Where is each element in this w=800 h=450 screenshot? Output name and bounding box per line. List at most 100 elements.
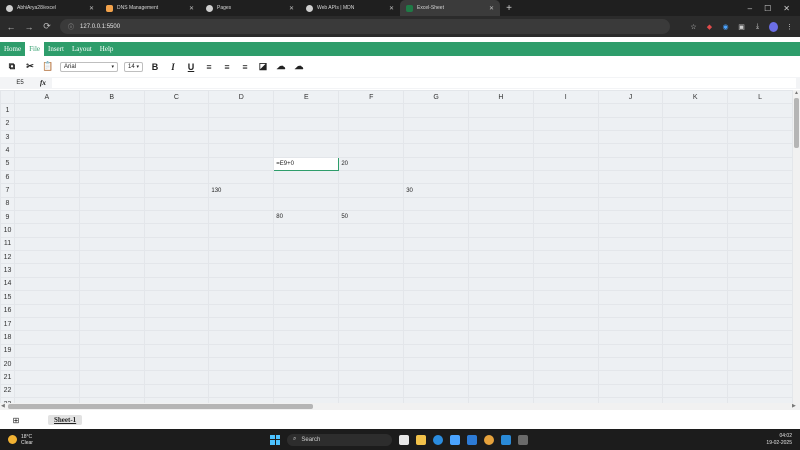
cell[interactable] [532, 383, 599, 398]
column-header[interactable]: L [727, 90, 793, 105]
cell[interactable] [532, 196, 599, 212]
cell[interactable] [338, 196, 405, 212]
close-icon[interactable]: ✕ [189, 5, 194, 12]
cell[interactable] [662, 330, 729, 345]
cell[interactable] [13, 210, 80, 225]
cell[interactable] [727, 290, 793, 305]
cell[interactable] [727, 196, 793, 212]
extension-icon[interactable]: ▣ [737, 22, 746, 31]
cell-reference[interactable]: E5 [0, 80, 40, 86]
cell[interactable] [13, 330, 80, 345]
cell[interactable] [208, 156, 275, 172]
column-header[interactable]: B [78, 90, 145, 105]
row-header[interactable]: 17 [0, 316, 15, 332]
reload-icon[interactable]: ⟳ [42, 21, 52, 32]
column-header[interactable]: F [338, 90, 405, 105]
cell[interactable] [662, 303, 729, 318]
row-header[interactable]: 14 [0, 276, 15, 292]
cell[interactable] [662, 263, 729, 278]
cell[interactable] [662, 290, 729, 305]
cell[interactable] [13, 276, 80, 292]
cell[interactable] [662, 143, 729, 158]
cell[interactable] [13, 343, 80, 358]
cell[interactable] [338, 250, 405, 265]
cell[interactable] [208, 116, 275, 132]
cell[interactable] [78, 170, 145, 185]
edge-icon[interactable] [433, 434, 443, 445]
cell[interactable] [597, 103, 664, 118]
cell[interactable] [338, 143, 405, 158]
cell[interactable] [143, 143, 210, 158]
cell[interactable] [662, 343, 729, 358]
cell[interactable] [532, 303, 599, 318]
cell[interactable]: 30 [403, 183, 470, 198]
forward-icon[interactable]: → [24, 22, 34, 32]
cell[interactable] [662, 130, 729, 145]
cell[interactable] [727, 143, 793, 158]
underline-button[interactable]: U [185, 61, 197, 73]
cell[interactable] [143, 250, 210, 265]
cell[interactable] [468, 343, 534, 358]
cell[interactable] [597, 210, 664, 225]
cell[interactable] [662, 250, 729, 265]
cell[interactable]: 80 [273, 210, 340, 225]
cell[interactable] [143, 330, 210, 345]
cell[interactable] [468, 303, 534, 318]
cell[interactable] [273, 356, 340, 372]
task-view-icon[interactable] [399, 434, 409, 445]
cell[interactable] [597, 130, 664, 145]
cell[interactable] [403, 330, 470, 345]
extension-icon[interactable]: ◆ [705, 22, 714, 31]
cell[interactable] [597, 316, 664, 332]
cell[interactable] [273, 196, 340, 212]
cell[interactable] [727, 170, 793, 185]
cell[interactable] [13, 236, 80, 252]
cell[interactable] [13, 250, 80, 265]
cell[interactable]: 20 [338, 156, 405, 172]
row-header[interactable]: 9 [0, 210, 15, 225]
cell[interactable] [78, 250, 145, 265]
cell[interactable] [727, 236, 793, 252]
cell[interactable] [273, 303, 340, 318]
cell[interactable] [13, 263, 80, 278]
cell[interactable] [143, 210, 210, 225]
cell[interactable] [403, 356, 470, 372]
cell[interactable] [13, 143, 80, 158]
cell[interactable] [338, 383, 405, 398]
cell[interactable] [273, 330, 340, 345]
back-icon[interactable]: ← [6, 22, 16, 32]
cell[interactable] [532, 250, 599, 265]
cell[interactable] [468, 290, 534, 305]
column-header[interactable]: I [532, 90, 599, 105]
cell[interactable] [468, 156, 534, 172]
browser-tab[interactable]: Web APIs | MDN ✕ [300, 0, 400, 16]
column-header[interactable]: C [143, 90, 210, 105]
corner-cell[interactable] [0, 90, 15, 105]
scroll-right-icon[interactable]: ▶ [792, 403, 796, 409]
menu-file[interactable]: File [25, 42, 44, 56]
column-header[interactable]: G [403, 90, 470, 105]
cell[interactable] [727, 103, 793, 118]
cell[interactable] [78, 236, 145, 252]
cell[interactable] [338, 236, 405, 252]
bold-button[interactable]: B [149, 61, 161, 73]
cell[interactable] [78, 196, 145, 212]
row-header[interactable]: 3 [0, 130, 15, 145]
cell[interactable] [403, 263, 470, 278]
cell[interactable] [143, 316, 210, 332]
maximize-icon[interactable]: ☐ [764, 4, 771, 13]
cell[interactable] [597, 170, 664, 185]
menu-insert[interactable]: Insert [44, 42, 68, 56]
cell[interactable] [13, 156, 80, 172]
cell[interactable] [403, 143, 470, 158]
cell[interactable] [273, 130, 340, 145]
row-header[interactable]: 13 [0, 263, 15, 278]
cell[interactable] [273, 143, 340, 158]
cell[interactable] [468, 196, 534, 212]
cell[interactable] [662, 170, 729, 185]
cell[interactable] [13, 370, 80, 385]
upload-icon[interactable]: ☁ [275, 61, 287, 73]
cell[interactable] [662, 236, 729, 252]
cell[interactable] [78, 210, 145, 225]
font-size-select[interactable]: 14 ▾ [124, 61, 143, 72]
